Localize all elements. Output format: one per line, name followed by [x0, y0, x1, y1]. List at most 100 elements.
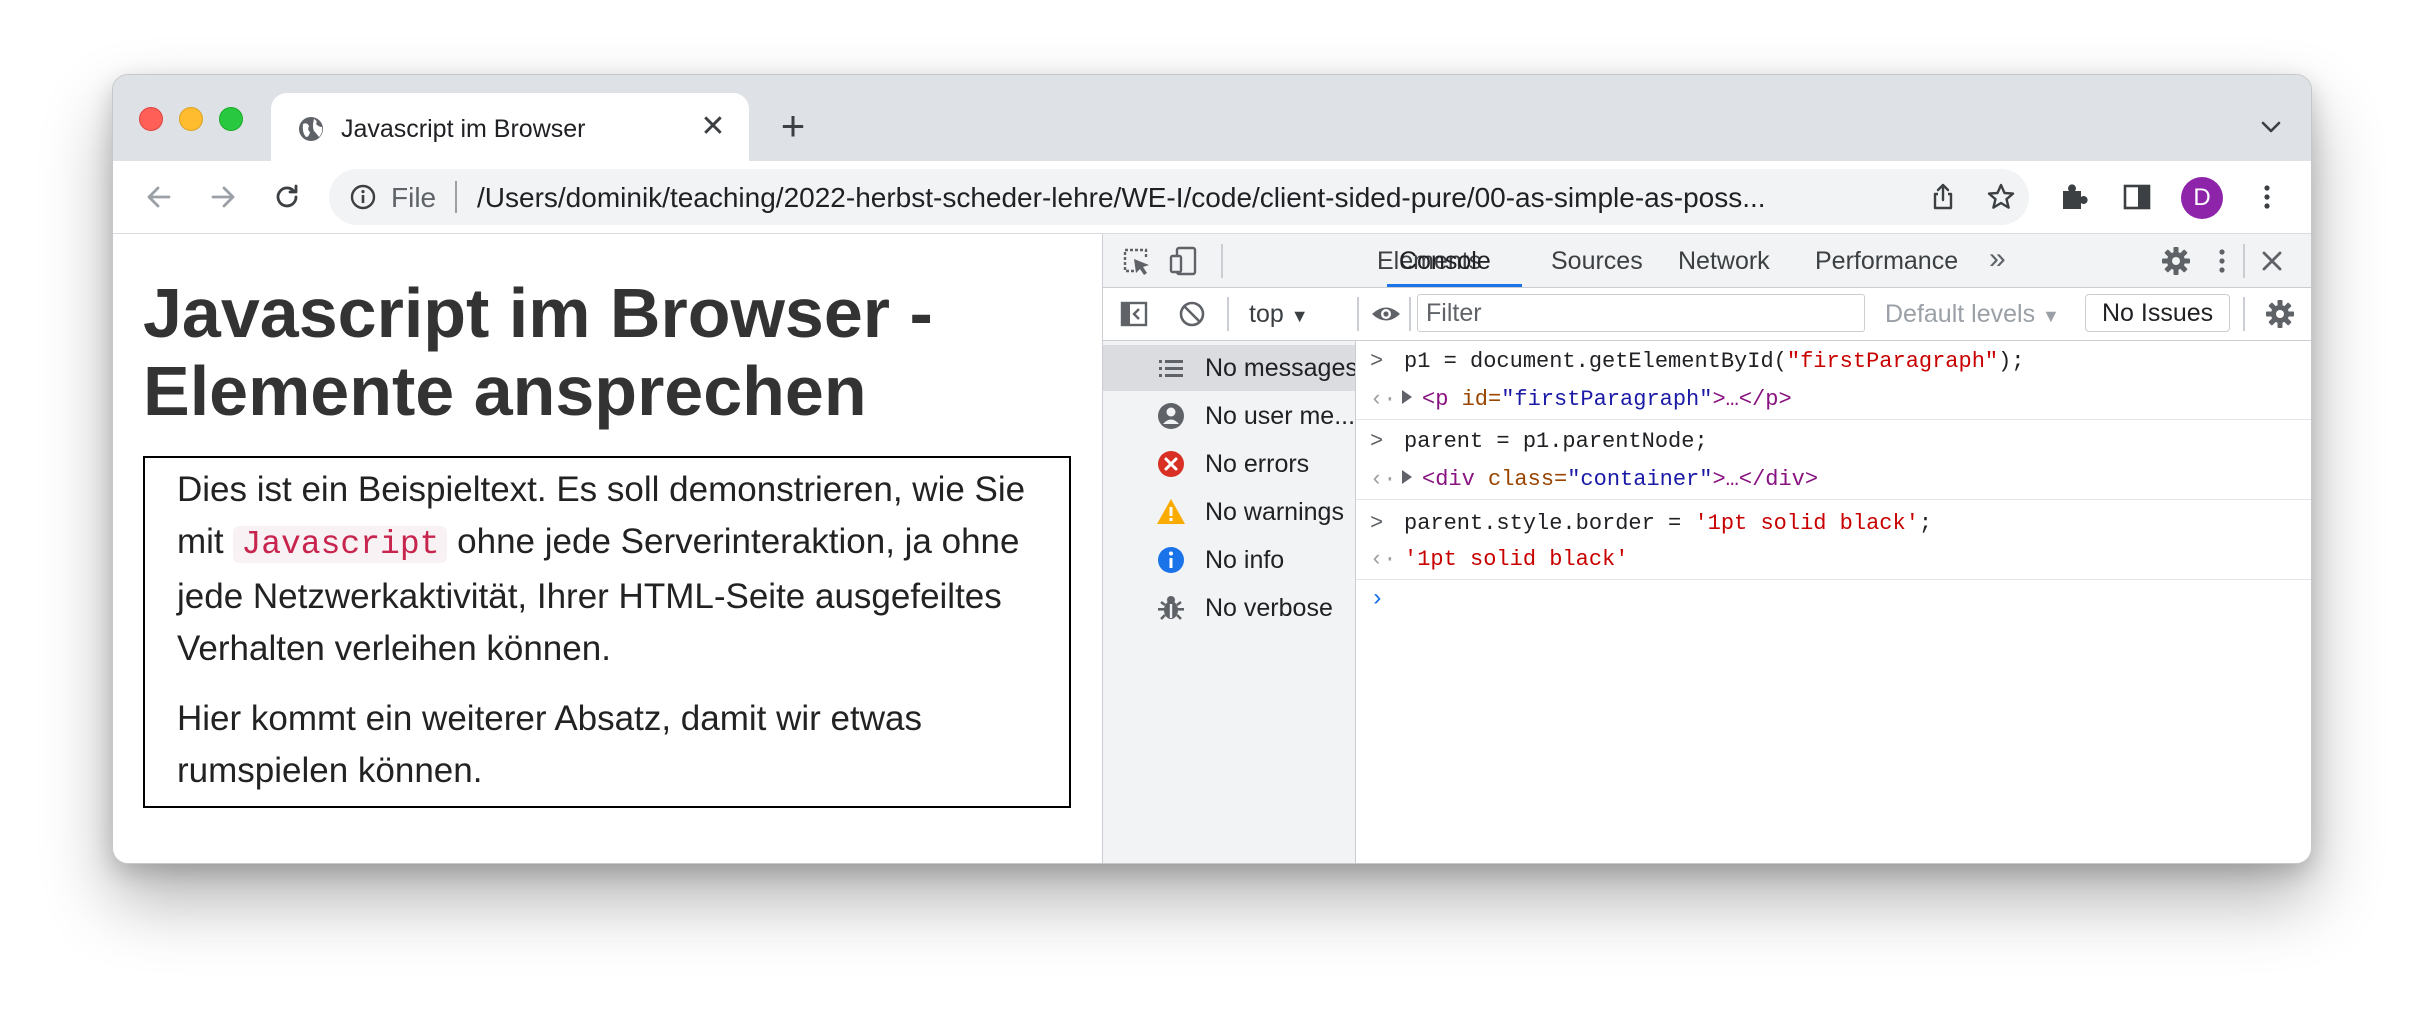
- console-input-line: > parent.style.border = '1pt solid black…: [1356, 505, 2311, 543]
- expand-triangle-icon[interactable]: [1402, 390, 1412, 404]
- sidebar-item-warnings[interactable]: No warnings: [1103, 489, 1355, 535]
- new-tab-button[interactable]: +: [775, 105, 811, 147]
- code-text: p1 = document.getElementById(: [1404, 349, 1787, 374]
- sidebar-item-info[interactable]: No info: [1103, 537, 1355, 583]
- kebab-menu-icon[interactable]: [2205, 244, 2239, 278]
- close-devtools-icon[interactable]: [2255, 244, 2289, 278]
- minimize-window-button[interactable]: [179, 107, 203, 131]
- code-string: "firstParagraph": [1786, 349, 1999, 374]
- sidebar-item-label: No info: [1205, 546, 1285, 574]
- extensions-puzzle-icon[interactable]: [2055, 179, 2091, 215]
- sidebar-toggle-icon[interactable]: [1117, 297, 1151, 331]
- sidebar-item-errors[interactable]: No errors: [1103, 441, 1355, 487]
- device-toolbar-icon[interactable]: [1167, 244, 1201, 278]
- address-divider: [455, 181, 457, 213]
- kebab-menu-icon[interactable]: [2249, 179, 2285, 215]
- info-icon[interactable]: [349, 183, 377, 211]
- star-icon[interactable]: [1985, 181, 2017, 213]
- log-levels-dropdown[interactable]: Default levels ▼: [1885, 300, 2060, 329]
- console-result[interactable]: <div class="container">…</div>: [1390, 467, 1818, 492]
- console-input-caret-icon: ›: [1370, 586, 1385, 613]
- side-panel-icon[interactable]: [2119, 179, 2155, 215]
- devtools-tab-bar: Elements Console Sources Network Perform…: [1103, 234, 2311, 288]
- back-arrow-icon[interactable]: [141, 179, 177, 215]
- toolbar-divider: [1221, 244, 1223, 278]
- console-sidebar: No messages No user me... No errors No w…: [1103, 341, 1356, 863]
- forward-arrow-icon[interactable]: [205, 179, 241, 215]
- tab-performance[interactable]: Performance: [1815, 247, 1958, 276]
- zoom-window-button[interactable]: [219, 107, 243, 131]
- first-paragraph: Dies ist ein Beispieltext. Es soll demon…: [177, 464, 1037, 675]
- code-text: ;: [1918, 511, 1933, 536]
- sidebar-item-label: No warnings: [1205, 498, 1344, 526]
- browser-tab[interactable]: Javascript im Browser ✕: [271, 93, 749, 163]
- dropdown-triangle-icon: ▼: [2042, 306, 2060, 326]
- chevron-down-icon[interactable]: [2259, 115, 2283, 139]
- user-icon: [1158, 403, 1184, 429]
- toolbar-divider: [2243, 297, 2245, 331]
- eye-icon[interactable]: [1369, 297, 1403, 331]
- toolbar-divider: [2243, 244, 2245, 278]
- code-text: );: [1998, 349, 2025, 374]
- tab-network[interactable]: Network: [1678, 247, 1770, 276]
- console-prompt-line[interactable]: ›: [1356, 581, 2311, 619]
- issues-button[interactable]: No Issues: [2085, 294, 2231, 332]
- tab-strip: Javascript im Browser ✕ +: [113, 75, 2311, 163]
- expand-triangle-icon[interactable]: [1402, 470, 1412, 484]
- clear-console-icon[interactable]: [1175, 297, 1209, 331]
- toolbar-divider: [1227, 297, 1229, 331]
- html-attr: id=: [1448, 387, 1502, 412]
- tab-close-icon[interactable]: ✕: [699, 112, 727, 142]
- console-command[interactable]: p1 = document.getElementById("firstParag…: [1404, 349, 2025, 374]
- input-prompt-icon: >: [1370, 511, 1384, 536]
- sidebar-item-label: No errors: [1205, 450, 1310, 478]
- html-tag: <p: [1422, 387, 1449, 412]
- scheme-label: File: [391, 182, 437, 213]
- active-tab-indicator: [1387, 284, 1522, 287]
- tab-sources[interactable]: Sources: [1551, 247, 1643, 276]
- log-levels-label: Default levels: [1885, 300, 2036, 328]
- bug-icon: [1158, 596, 1184, 620]
- address-bar[interactable]: File /Users/dominik/teaching/2022-herbst…: [329, 169, 2029, 225]
- url-text[interactable]: /Users/dominik/teaching/2022-herbst-sche…: [477, 182, 1897, 214]
- console-input-line: > p1 = document.getElementById("firstPar…: [1356, 343, 2311, 381]
- console-result[interactable]: <p id="firstParagraph">…</p>: [1390, 387, 1792, 412]
- console-filter-input[interactable]: [1417, 294, 1865, 332]
- profile-avatar[interactable]: D: [2181, 177, 2223, 219]
- sidebar-item-user-messages[interactable]: No user me...: [1103, 393, 1355, 439]
- result-prompt-icon: ‹·: [1370, 547, 1397, 572]
- html-tag: <div: [1422, 467, 1475, 492]
- more-tabs-icon[interactable]: »: [1989, 242, 2006, 276]
- console-result-line: ‹· <p id="firstParagraph">…</p>: [1356, 381, 2311, 420]
- html-attr-value: "container": [1567, 467, 1713, 492]
- toolbar-divider: [1409, 297, 1411, 331]
- dropdown-triangle-icon: ▼: [1290, 306, 1309, 326]
- context-selector[interactable]: top ▼: [1249, 300, 1309, 329]
- sidebar-item-messages[interactable]: No messages: [1103, 345, 1355, 391]
- console-settings-gear-icon[interactable]: [2263, 297, 2297, 331]
- second-paragraph: Hier kommt ein weiterer Absatz, damit wi…: [177, 699, 922, 790]
- toolbar-divider: [1357, 297, 1359, 331]
- console-command[interactable]: parent.style.border = '1pt solid black';: [1404, 511, 1932, 536]
- sidebar-item-label: No user me...: [1205, 402, 1355, 430]
- share-icon[interactable]: [1927, 181, 1959, 213]
- sidebar-item-verbose[interactable]: No verbose: [1103, 585, 1355, 631]
- reload-icon[interactable]: [269, 179, 305, 215]
- console-toolbar: top ▼ Default levels ▼ No Issues: [1103, 288, 2311, 341]
- close-window-button[interactable]: [139, 107, 163, 131]
- tab-title: Javascript im Browser: [341, 115, 586, 143]
- sidebar-item-label: No messages: [1205, 354, 1355, 382]
- input-prompt-icon: >: [1370, 349, 1384, 374]
- console-result[interactable]: '1pt solid black': [1404, 547, 1628, 572]
- settings-gear-icon[interactable]: [2159, 244, 2193, 278]
- list-icon: [1159, 360, 1183, 377]
- console-output: > p1 = document.getElementById("firstPar…: [1356, 341, 2311, 863]
- sidebar-item-label: No verbose: [1205, 594, 1333, 622]
- browser-toolbar: File /Users/dominik/teaching/2022-herbst…: [113, 161, 2311, 234]
- tab-console[interactable]: Console: [1399, 247, 1491, 276]
- console-command[interactable]: parent = p1.parentNode;: [1404, 429, 1708, 454]
- globe-icon: [299, 117, 323, 141]
- html-attr: class=: [1474, 467, 1568, 492]
- devtools-panel: Elements Console Sources Network Perform…: [1102, 234, 2311, 863]
- inspect-element-icon[interactable]: [1119, 244, 1153, 278]
